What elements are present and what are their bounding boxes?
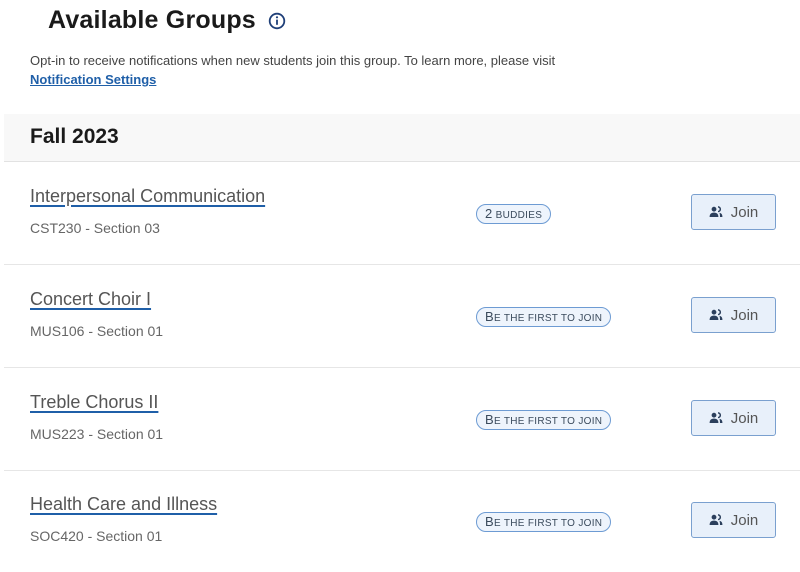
- course-code: SOC420 - Section 01: [30, 528, 163, 544]
- people-icon: [709, 514, 723, 526]
- notification-settings-link[interactable]: Notification Settings: [30, 72, 156, 87]
- page-header: Available Groups: [48, 6, 286, 35]
- people-icon: [709, 206, 723, 218]
- course-name-link[interactable]: Treble Chorus II: [30, 392, 158, 413]
- description-text: Opt-in to receive notifications when new…: [30, 53, 556, 68]
- course-name-link[interactable]: Concert Choir I: [30, 289, 151, 310]
- term-header: Fall 2023: [4, 114, 800, 162]
- page-title: Available Groups: [48, 6, 256, 34]
- course-code: CST230 - Section 03: [30, 220, 160, 236]
- people-icon: [709, 309, 723, 321]
- join-button[interactable]: Join: [691, 194, 776, 230]
- group-row: Health Care and Illness SOC420 - Section …: [4, 470, 800, 572]
- join-button[interactable]: Join: [691, 297, 776, 333]
- join-button-label: Join: [730, 203, 759, 221]
- info-circle-icon[interactable]: [268, 12, 286, 30]
- description: Opt-in to receive notifications when new…: [30, 51, 770, 89]
- term-title: Fall 2023: [30, 125, 119, 148]
- join-button[interactable]: Join: [691, 400, 776, 436]
- group-row: Treble Chorus II MUS223 - Section 01 BE TH…: [4, 368, 800, 471]
- status-badge: BE THE FIRST TO JOIN: [476, 410, 612, 430]
- course-name-link[interactable]: Health Care and Illness: [30, 494, 217, 515]
- join-button-label: Join: [730, 511, 759, 529]
- status-badge: BE THE FIRST TO JOIN: [476, 512, 612, 532]
- people-icon: [709, 412, 723, 424]
- course-code: MUS106 - Section 01: [30, 323, 164, 339]
- status-badge: BE THE FIRST TO JOIN: [476, 307, 612, 327]
- join-button[interactable]: Join: [691, 502, 776, 538]
- join-button-label: Join: [730, 306, 759, 324]
- group-row: Concert Choir I MUS106 - Section 01 BE THE…: [4, 265, 800, 368]
- status-badge: 2 BUDDIES: [476, 204, 552, 224]
- course-name-link[interactable]: Interpersonal Communication: [30, 186, 265, 207]
- join-button-label: Join: [730, 409, 759, 427]
- course-code: MUS223 - Section 01: [30, 426, 164, 442]
- group-row: Interpersonal Communication CST230 - Sect…: [4, 162, 800, 265]
